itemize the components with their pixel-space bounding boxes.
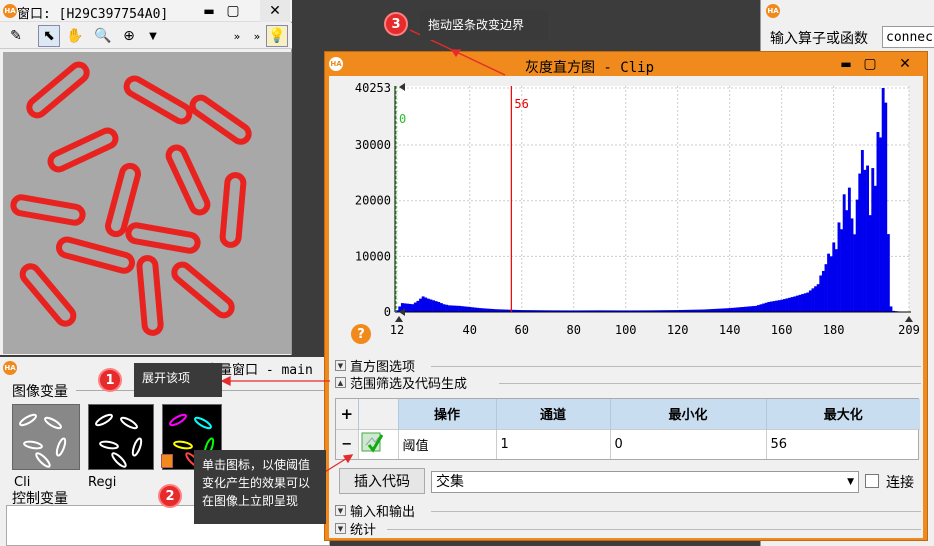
- callout-text-2: 单击图标，以使阈值变化产生的效果可以在图像上立即呈现: [194, 450, 326, 524]
- callout-text-3: 拖动竖条改变边界: [420, 10, 548, 40]
- callout-text-1: 展开该项: [134, 363, 222, 397]
- callout-arrows: [220, 29, 506, 476]
- callout-badge-1: 1: [98, 368, 122, 392]
- callout-badge-3: 3: [384, 12, 408, 36]
- callout-badge-2: 2: [158, 484, 182, 508]
